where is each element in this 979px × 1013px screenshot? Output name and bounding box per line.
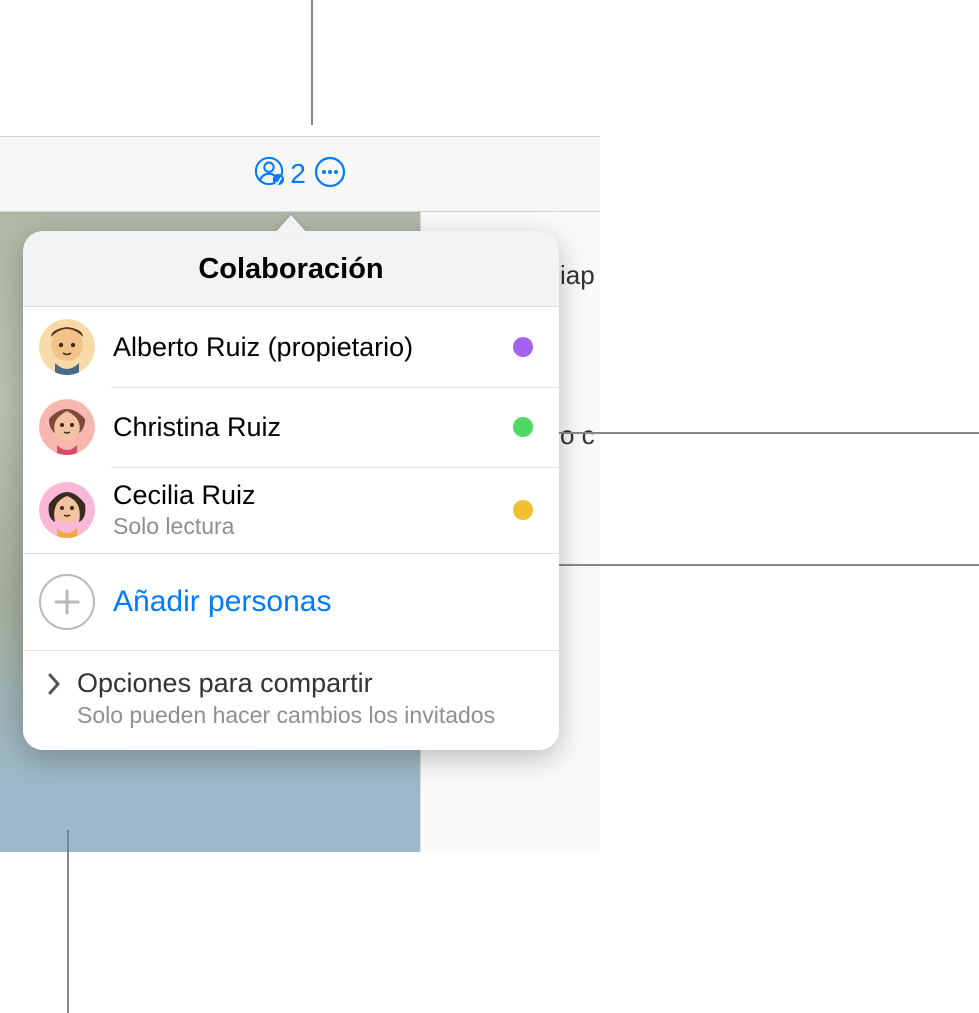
background-text: o c xyxy=(560,420,595,451)
ellipsis-circle-icon xyxy=(314,175,346,192)
participant-permission: Solo lectura xyxy=(113,513,513,541)
participant-info: Christina Ruiz xyxy=(113,411,513,443)
presence-dot xyxy=(513,337,533,357)
avatar xyxy=(39,399,95,455)
callout-line xyxy=(520,432,979,434)
share-options-button[interactable]: Opciones para compartir Solo pueden hace… xyxy=(23,650,559,750)
participant-row[interactable]: Alberto Ruiz (propietario) xyxy=(23,307,559,387)
participant-info: Cecilia Ruiz Solo lectura xyxy=(113,479,513,541)
add-people-button[interactable]: Añadir personas xyxy=(23,553,559,650)
callout-line xyxy=(311,0,313,125)
presence-dot xyxy=(513,500,533,520)
background-text: iap xyxy=(560,260,595,291)
popover-caret xyxy=(275,215,307,233)
collaborator-count: 2 xyxy=(290,158,306,190)
chevron-right-icon xyxy=(39,667,69,695)
avatar xyxy=(39,319,95,375)
person-badge-icon xyxy=(254,156,284,193)
avatar xyxy=(39,482,95,538)
participant-info: Alberto Ruiz (propietario) xyxy=(113,331,513,363)
participant-list: Alberto Ruiz (propietario) xyxy=(23,307,559,553)
participant-name: Christina Ruiz xyxy=(113,411,513,443)
collaboration-button[interactable]: 2 xyxy=(254,156,306,193)
share-options-info: Opciones para compartir Solo pueden hace… xyxy=(77,667,533,730)
callout-line xyxy=(67,830,69,1013)
collaboration-popover: Colaboración Alberto Ruiz (propietar xyxy=(23,231,559,750)
participant-row[interactable]: Christina Ruiz xyxy=(23,387,559,467)
participant-row[interactable]: Cecilia Ruiz Solo lectura xyxy=(23,467,559,553)
more-button[interactable] xyxy=(314,156,346,193)
participant-name: Alberto Ruiz (propietario) xyxy=(113,331,513,363)
plus-circle-icon xyxy=(39,574,95,630)
share-options-subtitle: Solo pueden hacer cambios los invitados xyxy=(77,702,533,730)
share-options-title: Opciones para compartir xyxy=(77,667,533,699)
add-people-label: Añadir personas xyxy=(113,585,331,619)
popover-title: Colaboración xyxy=(23,231,559,307)
toolbar: 2 xyxy=(0,136,600,212)
participant-name: Cecilia Ruiz xyxy=(113,479,513,511)
presence-dot xyxy=(513,417,533,437)
